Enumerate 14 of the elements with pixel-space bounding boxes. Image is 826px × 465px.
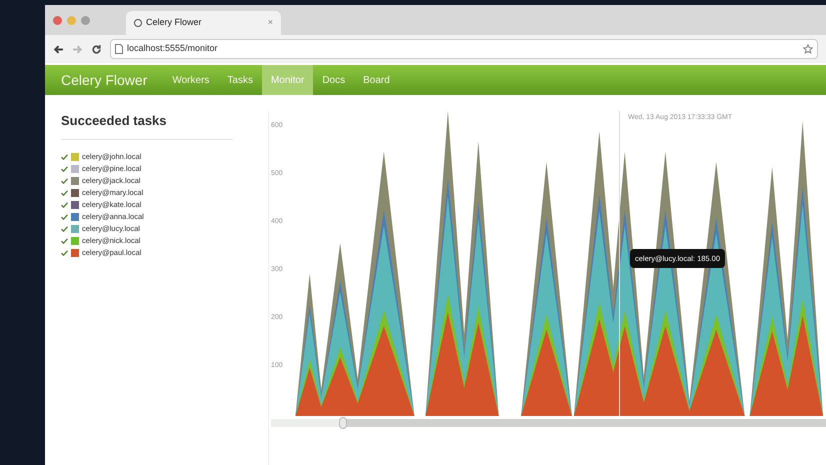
star-icon[interactable]	[803, 44, 813, 54]
tab-title: Celery Flower	[146, 16, 203, 30]
minimize-window-icon[interactable]	[67, 16, 76, 24]
url-field[interactable]: localhost:5555/monitor	[110, 39, 818, 59]
page-icon	[115, 44, 123, 54]
close-window-icon[interactable]	[53, 16, 62, 24]
url-text: localhost:5555/monitor	[127, 42, 219, 56]
reload-icon[interactable]	[91, 44, 102, 54]
panel-title: Succeeded tasks	[61, 111, 233, 140]
favicon-icon	[134, 19, 142, 27]
maximize-window-icon[interactable]	[81, 16, 90, 24]
browser-tab[interactable]: Celery Flower ×	[126, 11, 281, 35]
forward-icon[interactable]	[72, 44, 83, 54]
back-icon[interactable]	[53, 44, 64, 54]
